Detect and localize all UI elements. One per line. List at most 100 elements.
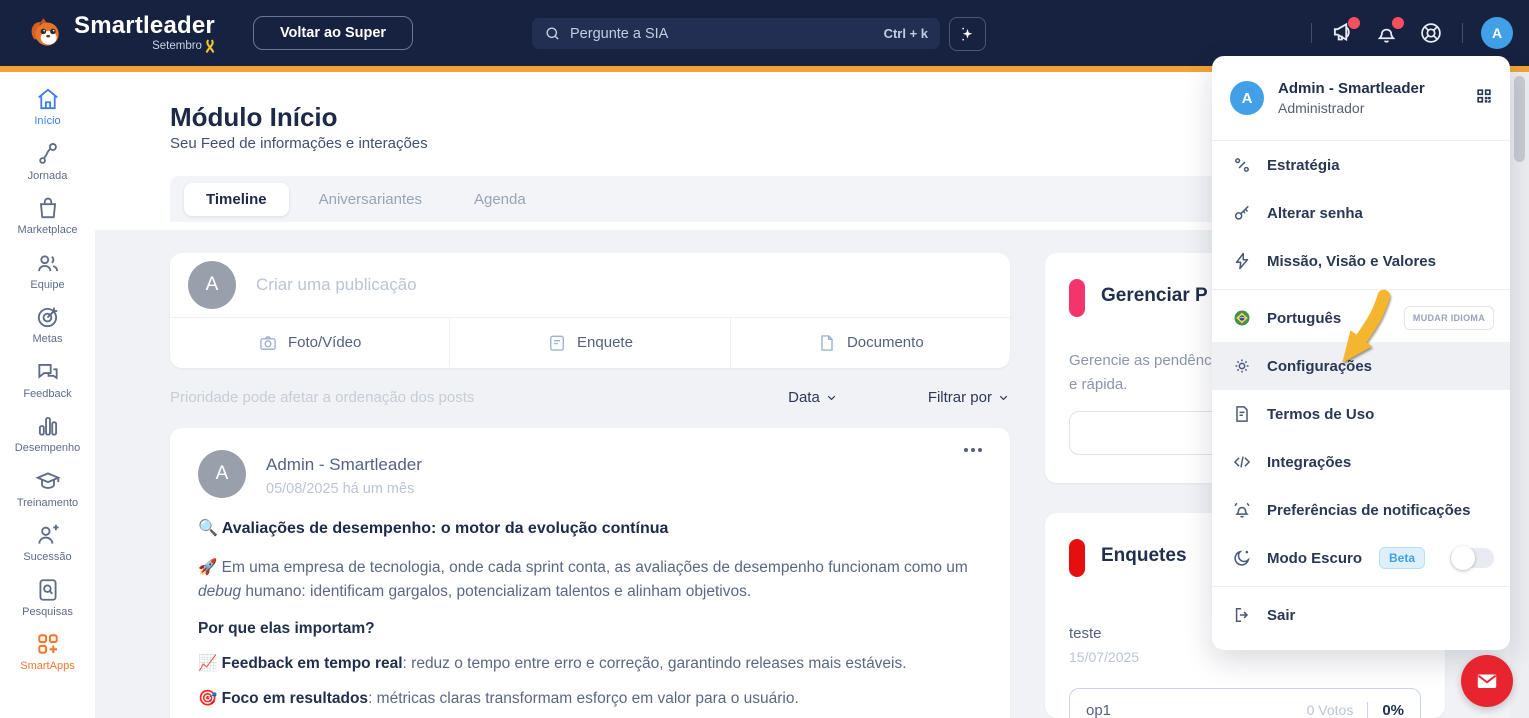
- topbar-divider: [1462, 23, 1463, 43]
- user-menu-header: A Admin - Smartleader Administrador: [1212, 56, 1510, 141]
- post-title: 🔍 Avaliações de desempenho: o motor da e…: [198, 518, 982, 538]
- apps-grid-icon: [35, 631, 61, 657]
- sidebar-item-smartapps[interactable]: SmartApps: [0, 631, 95, 672]
- tab-timeline[interactable]: Timeline: [184, 183, 289, 216]
- tab-aniversariantes[interactable]: Aniversariantes: [297, 183, 444, 216]
- file-icon: [817, 333, 837, 353]
- chevron-down-icon: [997, 391, 1010, 404]
- menu-divider: [1212, 289, 1510, 290]
- poll-name: teste: [1069, 625, 1102, 642]
- tab-agenda[interactable]: Agenda: [452, 183, 548, 216]
- user-menu-avatar: A: [1230, 81, 1264, 115]
- sort-by-date-dropdown[interactable]: Data: [788, 389, 838, 406]
- home-icon: [35, 86, 61, 112]
- menu-item-missao-visao-valores[interactable]: Missão, Visão e Valores: [1212, 237, 1510, 285]
- sidebar-item-treinamento[interactable]: Treinamento: [0, 468, 95, 509]
- sidebar-item-feedback[interactable]: Feedback: [0, 359, 95, 400]
- chat-bubbles-icon: [35, 359, 61, 385]
- sidebar-item-sucessao[interactable]: Sucessão: [0, 522, 95, 563]
- feed-post: A Admin - Smartleader 05/08/2025 há um m…: [170, 428, 1010, 718]
- document-search-icon: [35, 577, 61, 603]
- change-language-button[interactable]: MUDAR IDIOMA: [1404, 306, 1494, 330]
- poll-option[interactable]: op1 0 Votos 0%: [1069, 688, 1421, 718]
- sidebar-item-label: Feedback: [23, 388, 71, 400]
- menu-item-sair[interactable]: Sair: [1212, 591, 1510, 639]
- page-title: Módulo Início: [170, 102, 338, 133]
- sidebar-item-marketplace[interactable]: Marketplace: [0, 195, 95, 236]
- journey-icon: [35, 141, 61, 167]
- dark-mode-toggle[interactable]: [1450, 548, 1494, 568]
- magnifier-emoji: 🔍: [198, 520, 218, 537]
- chevron-down-icon: [825, 391, 838, 404]
- post-question: Por que elas importam?: [198, 620, 982, 638]
- sidebar-item-label: Pesquisas: [22, 606, 73, 618]
- gear-icon: [1232, 356, 1252, 376]
- squirrel-mascot-logo: [26, 14, 64, 52]
- menu-item-preferencias-notificacoes[interactable]: Preferências de notificações: [1212, 486, 1510, 534]
- yellow-ribbon-icon: [205, 39, 215, 53]
- sidebar-item-jornada[interactable]: Jornada: [0, 141, 95, 182]
- post-options-button[interactable]: [964, 448, 982, 452]
- brazil-flag-icon: [1232, 308, 1252, 328]
- sort-label: Data: [788, 389, 820, 406]
- priority-note: Prioridade pode afetar a ordenação dos p…: [170, 389, 788, 406]
- sidebar-item-label: Início: [34, 115, 60, 127]
- search-input[interactable]: Pergunte a SIA Ctrl + k: [532, 18, 940, 49]
- help-button[interactable]: [1418, 20, 1444, 46]
- polls-card-accent: [1069, 539, 1085, 577]
- brand-month-label: Setembro: [152, 40, 202, 52]
- envelope-icon: [1474, 668, 1500, 694]
- qr-code-button[interactable]: [1474, 86, 1494, 106]
- sidebar-item-label: Marketplace: [18, 224, 78, 236]
- menu-item-idioma[interactable]: Português MUDAR IDIOMA: [1212, 294, 1510, 342]
- sidebar-item-label: Metas: [33, 333, 63, 345]
- notifications-button[interactable]: [1374, 20, 1400, 46]
- post-date: 05/08/2025 há um mês: [266, 481, 422, 497]
- ai-sparkles-button[interactable]: [949, 17, 986, 51]
- user-avatar-button[interactable]: A: [1481, 17, 1513, 49]
- poll-option-percent: 0%: [1382, 702, 1404, 718]
- menu-item-modo-escuro[interactable]: Modo Escuro Beta: [1212, 534, 1510, 582]
- sidebar-item-metas[interactable]: Metas: [0, 304, 95, 345]
- shopping-bag-icon: [35, 195, 61, 221]
- photo-video-button[interactable]: Foto/Vídeo: [170, 318, 450, 367]
- user-menu-name: Admin - Smartleader: [1278, 80, 1425, 97]
- menu-item-termos-de-uso[interactable]: Termos de Uso: [1212, 390, 1510, 438]
- search-icon: [544, 25, 561, 42]
- sidebar-item-inicio[interactable]: Início: [0, 86, 95, 127]
- document-button[interactable]: Documento: [731, 318, 1010, 367]
- post-author-avatar: A: [198, 450, 246, 498]
- menu-item-configuracoes[interactable]: Configurações: [1212, 342, 1510, 390]
- back-to-super-button[interactable]: Voltar ao Super: [253, 16, 413, 50]
- document-label: Documento: [847, 334, 924, 351]
- scrollbar-thumb[interactable]: [1514, 76, 1525, 162]
- sidebar-item-equipe[interactable]: Equipe: [0, 250, 95, 291]
- code-icon: [1232, 452, 1252, 472]
- menu-divider: [1212, 586, 1510, 587]
- filter-by-dropdown[interactable]: Filtrar por: [928, 389, 1010, 406]
- sidebar-item-desempenho[interactable]: Desempenho: [0, 413, 95, 454]
- pending-card-text: Gerencie as pendência e rápida.: [1069, 349, 1223, 397]
- brand-name: Smartleader: [74, 14, 215, 38]
- announcements-button[interactable]: [1330, 20, 1356, 46]
- chat-widget-button[interactable]: [1461, 655, 1513, 707]
- menu-item-estrategia[interactable]: Estratégia: [1212, 141, 1510, 189]
- announcements-badge: [1348, 17, 1360, 29]
- strategy-icon: [1232, 155, 1252, 175]
- bar-chart-icon: [35, 413, 61, 439]
- chart-up-emoji: 📈: [198, 655, 217, 672]
- post-bullet: 🎯 Foco em resultados: métricas claras tr…: [198, 689, 982, 708]
- scrollbar-track[interactable]: [1510, 72, 1529, 718]
- sidebar-item-label: Treinamento: [17, 497, 78, 509]
- sidebar-item-pesquisas[interactable]: Pesquisas: [0, 577, 95, 618]
- sidebar-item-label: Equipe: [30, 279, 64, 291]
- sidebar: Início Jornada Marketplace Equipe Metas …: [0, 72, 95, 718]
- key-icon: [1232, 203, 1252, 223]
- poll-date: 15/07/2025: [1069, 649, 1139, 665]
- sparkles-icon: [958, 25, 977, 44]
- poll-button[interactable]: Enquete: [450, 318, 730, 367]
- menu-item-integracoes[interactable]: Integrações: [1212, 438, 1510, 486]
- menu-item-alterar-senha[interactable]: Alterar senha: [1212, 189, 1510, 237]
- pending-card-accent: [1069, 279, 1085, 317]
- composer-input[interactable]: Criar uma publicação: [256, 275, 417, 295]
